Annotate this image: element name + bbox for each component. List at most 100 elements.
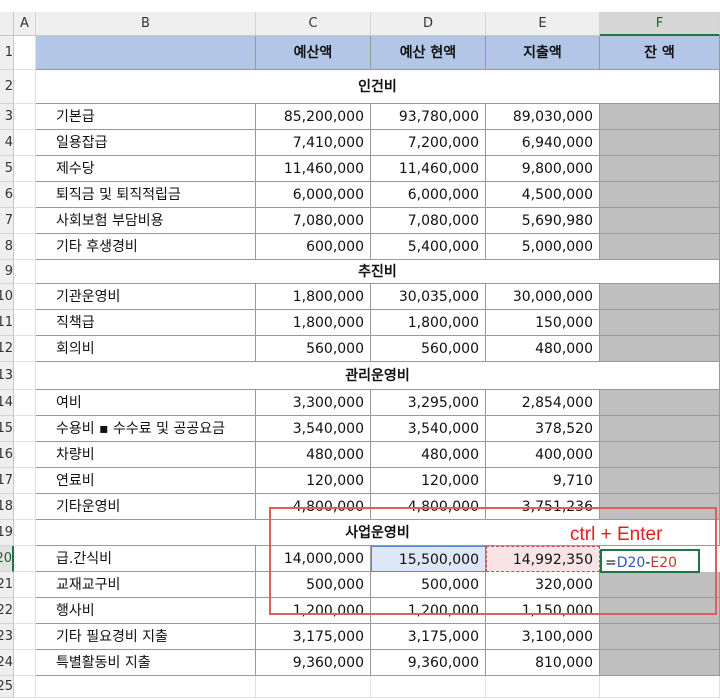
cell-E22-spent[interactable]: 1,150,000 [486,598,600,624]
cell-A6[interactable] [14,182,36,208]
item-name-8[interactable]: 기타 후생경비 [36,234,256,260]
cell-D10-current[interactable]: 30,035,000 [371,284,486,310]
cell-D22-current[interactable]: 1,200,000 [371,598,486,624]
cell-F25[interactable] [600,676,720,698]
cell-A16[interactable] [14,442,36,468]
header-current[interactable]: 예산 현액 [371,36,486,70]
cell-A8[interactable] [14,234,36,260]
cell-C10-budget[interactable]: 1,800,000 [256,284,371,310]
cell-C15-budget[interactable]: 3,540,000 [256,416,371,442]
row-header-11[interactable]: 11 [0,310,14,336]
cell-C7-budget[interactable]: 7,080,000 [256,208,371,234]
cell-E24-spent[interactable]: 810,000 [486,650,600,676]
row-header-4[interactable]: 4 [0,130,14,156]
row-header-3[interactable]: 3 [0,104,14,130]
cell-F3-balance[interactable] [600,104,720,130]
column-header-f[interactable]: F [600,12,720,36]
cell-D23-current[interactable]: 3,175,000 [371,624,486,650]
column-header-a[interactable]: A [14,12,36,36]
row-header-9[interactable]: 9 [0,260,14,284]
cell-E5-spent[interactable]: 9,800,000 [486,156,600,182]
cell-A5[interactable] [14,156,36,182]
cell-A15[interactable] [14,416,36,442]
cell-F17-balance[interactable] [600,468,720,494]
cell-F4-balance[interactable] [600,130,720,156]
header-balance[interactable]: 잔 액 [600,36,720,70]
row-header-14[interactable]: 14 [0,390,14,416]
cell-D24-current[interactable]: 9,360,000 [371,650,486,676]
cell-D6-current[interactable]: 6,000,000 [371,182,486,208]
cell-A21[interactable] [14,572,36,598]
cell-A1[interactable] [14,36,36,70]
item-name-11[interactable]: 직책급 [36,310,256,336]
cell-D20-current[interactable]: 15,500,000 [371,546,486,572]
cell-E4-spent[interactable]: 6,940,000 [486,130,600,156]
item-name-4[interactable]: 일용잡급 [36,130,256,156]
row-header-12[interactable]: 12 [0,336,14,362]
cell-D11-current[interactable]: 1,800,000 [371,310,486,336]
row-header-21[interactable]: 21 [0,572,14,598]
cell-E16-spent[interactable]: 400,000 [486,442,600,468]
row-header-7[interactable]: 7 [0,208,14,234]
cell-A2[interactable] [14,70,36,104]
cell-A17[interactable] [14,468,36,494]
row-header-22[interactable]: 22 [0,598,14,624]
cell-D16-current[interactable]: 480,000 [371,442,486,468]
cell-D17-current[interactable]: 120,000 [371,468,486,494]
row-header-24[interactable]: 24 [0,650,14,676]
header-budget[interactable]: 예산액 [256,36,371,70]
cell-E25[interactable] [486,676,600,698]
cell-C6-budget[interactable]: 6,000,000 [256,182,371,208]
cell-E10-spent[interactable]: 30,000,000 [486,284,600,310]
item-name-6[interactable]: 퇴직금 및 퇴직적립금 [36,182,256,208]
cell-E20-spent[interactable]: 14,992,350 [486,546,600,572]
row-header-15[interactable]: 15 [0,416,14,442]
cell-A10[interactable] [14,284,36,310]
cell-C8-budget[interactable]: 600,000 [256,234,371,260]
column-header-e[interactable]: E [486,12,600,36]
cell-C5-budget[interactable]: 11,460,000 [256,156,371,182]
cell-C24-budget[interactable]: 9,360,000 [256,650,371,676]
cell-F8-balance[interactable] [600,234,720,260]
cell-E17-spent[interactable]: 9,710 [486,468,600,494]
cell-A7[interactable] [14,208,36,234]
cell-C21-budget[interactable]: 500,000 [256,572,371,598]
cell-D21-current[interactable]: 500,000 [371,572,486,598]
row-header-6[interactable]: 6 [0,182,14,208]
cell-A11[interactable] [14,310,36,336]
cell-C3-budget[interactable]: 85,200,000 [256,104,371,130]
cell-F11-balance[interactable] [600,310,720,336]
cell-A9[interactable] [14,260,36,284]
cell-F22-balance[interactable] [600,598,720,624]
item-name-10[interactable]: 기관운영비 [36,284,256,310]
cell-E12-spent[interactable]: 480,000 [486,336,600,362]
item-name-16[interactable]: 차량비 [36,442,256,468]
select-all-corner[interactable] [0,12,14,36]
cell-B1[interactable] [36,36,256,70]
row-header-18[interactable]: 18 [0,494,14,520]
cell-A14[interactable] [14,390,36,416]
row-header-10[interactable]: 10 [0,284,14,310]
cell-E21-spent[interactable]: 320,000 [486,572,600,598]
row-header-8[interactable]: 8 [0,234,14,260]
column-header-c[interactable]: C [256,12,371,36]
cell-F14-balance[interactable] [600,390,720,416]
row-header-2[interactable]: 2 [0,70,14,104]
item-name-18[interactable]: 기타운영비 [36,494,256,520]
cell-C22-budget[interactable]: 1,200,000 [256,598,371,624]
cell-D12-current[interactable]: 560,000 [371,336,486,362]
item-name-15[interactable]: 수용비 ▪ 수수료 및 공공요금 [36,416,256,442]
cell-A4[interactable] [14,130,36,156]
row-header-16[interactable]: 16 [0,442,14,468]
cell-E11-spent[interactable]: 150,000 [486,310,600,336]
cell-D14-current[interactable]: 3,295,000 [371,390,486,416]
item-name-24[interactable]: 특별활동비 지출 [36,650,256,676]
cell-C14-budget[interactable]: 3,300,000 [256,390,371,416]
item-name-23[interactable]: 기타 필요경비 지출 [36,624,256,650]
item-name-22[interactable]: 행사비 [36,598,256,624]
cell-A24[interactable] [14,650,36,676]
cell-A19[interactable] [14,520,36,546]
item-name-17[interactable]: 연료비 [36,468,256,494]
cell-E6-spent[interactable]: 4,500,000 [486,182,600,208]
cell-F21-balance[interactable] [600,572,720,598]
